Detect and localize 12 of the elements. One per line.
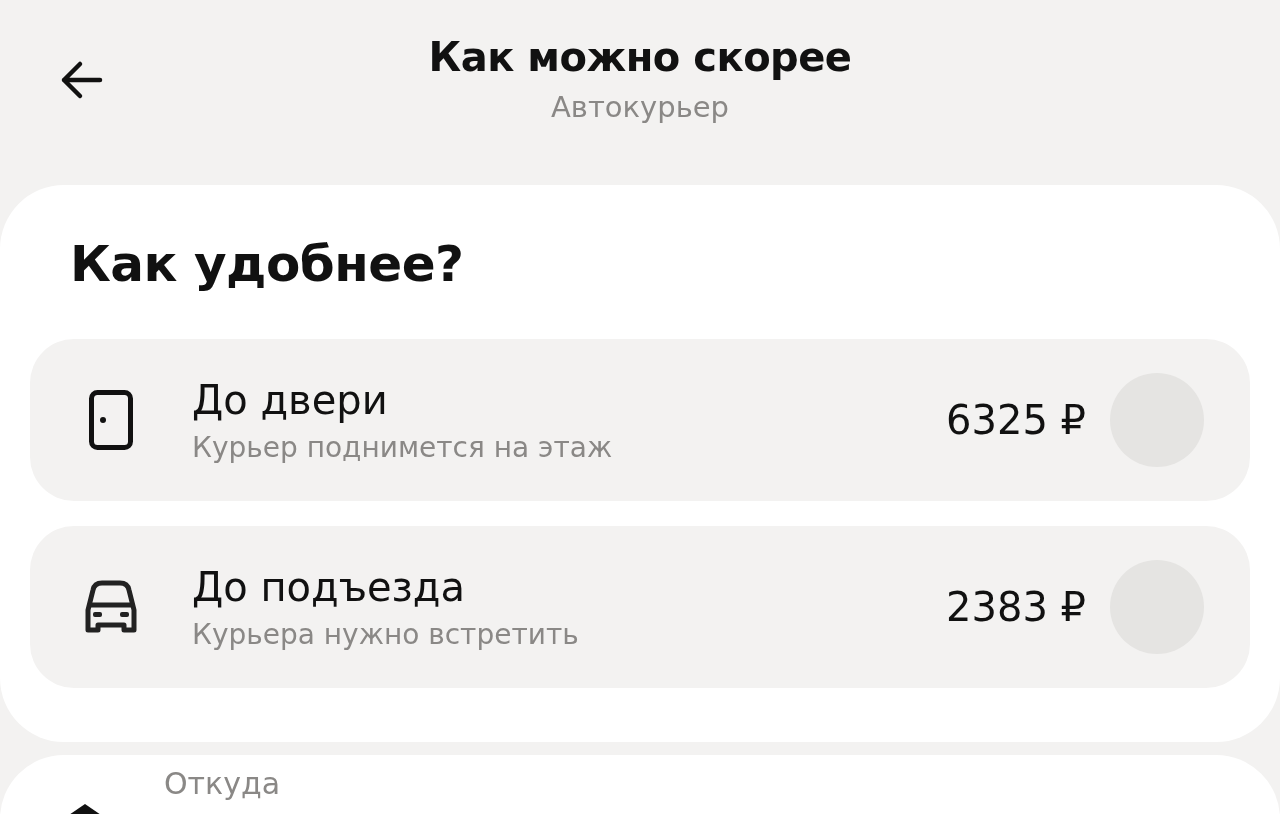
option-price: 2383 ₽ bbox=[946, 584, 1086, 630]
screen-title: Как можно скорее bbox=[428, 34, 852, 80]
delivery-option[interactable]: До подъезда Курьера нужно встретить 2383 ₽ bbox=[30, 526, 1250, 688]
question-heading: Как удобнее? bbox=[69, 235, 465, 293]
option-title: До подъезда bbox=[192, 563, 467, 610]
option-description: Курьера нужно встретить bbox=[192, 617, 580, 651]
option-title: До двери bbox=[192, 376, 389, 423]
from-label: Откуда bbox=[164, 767, 281, 802]
option-price: 6325 ₽ bbox=[946, 397, 1086, 443]
option-description: Курьер поднимется на этаж bbox=[192, 430, 614, 464]
delivery-option[interactable]: До двери Курьер поднимется на этаж 6325 ₽ bbox=[30, 339, 1250, 501]
screen-subtitle: Автокурьер bbox=[551, 90, 729, 124]
